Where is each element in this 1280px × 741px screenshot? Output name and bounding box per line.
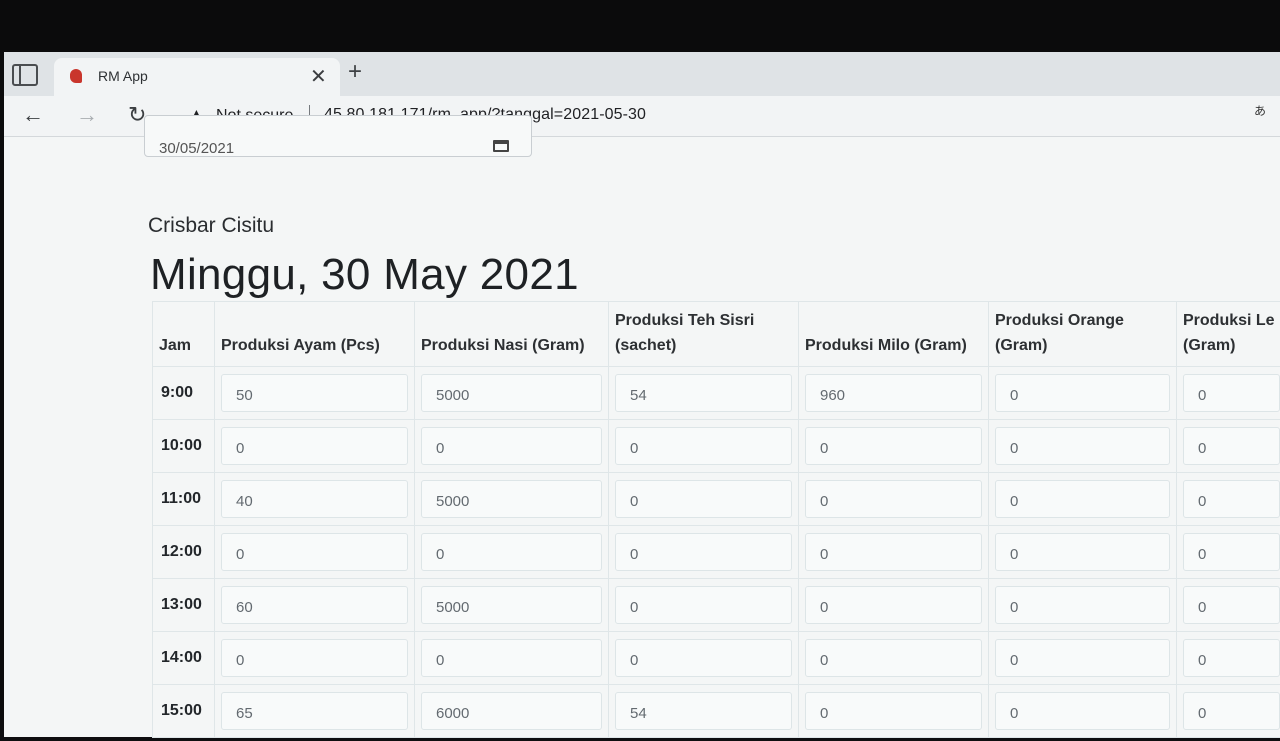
forward-arrow-icon[interactable]: → (76, 102, 98, 128)
orange-input[interactable]: 0 (995, 374, 1170, 412)
column-header-teh: Produksi Teh Sisri (sachet) (609, 302, 799, 367)
tab-strip: RM App ✕ + (4, 52, 1280, 96)
production-table-wrapper: Jam Produksi Ayam (Pcs) Produksi Nasi (G… (152, 301, 1280, 741)
lemon-input[interactable]: 0 (1183, 586, 1280, 624)
column-header-lemon: Produksi Le (Gram) (1177, 302, 1280, 367)
ayam-input[interactable]: 65 (221, 692, 408, 730)
hour-cell: 13:00 (153, 579, 215, 632)
orange-input[interactable]: 0 (995, 639, 1170, 677)
column-header-nasi: Produksi Nasi (Gram) (415, 302, 609, 367)
table-header-row: Jam Produksi Ayam (Pcs) Produksi Nasi (G… (153, 302, 1280, 367)
store-name: Crisbar Cisitu (148, 214, 274, 238)
close-tab-icon[interactable]: ✕ (310, 64, 327, 89)
milo-input[interactable]: 0 (805, 692, 982, 730)
date-value: 30/05/2021 (159, 140, 234, 157)
orange-input[interactable]: 0 (995, 533, 1170, 571)
hour-cell: 14:00 (153, 632, 215, 685)
column-header-milo: Produksi Milo (Gram) (799, 302, 989, 367)
milo-input[interactable]: 0 (805, 586, 982, 624)
teh-input[interactable]: 0 (615, 480, 792, 518)
table-row: 15:00 65 6000 54 0 0 0 (153, 685, 1280, 738)
ayam-input[interactable]: 0 (221, 639, 408, 677)
date-picker-input[interactable]: 30/05/2021 (144, 115, 532, 157)
teh-input[interactable]: 54 (615, 692, 792, 730)
lemon-input[interactable]: 0 (1183, 533, 1280, 571)
milo-input[interactable]: 960 (805, 374, 982, 412)
hour-cell: 11:00 (153, 473, 215, 526)
production-table: Jam Produksi Ayam (Pcs) Produksi Nasi (G… (152, 301, 1280, 738)
milo-input[interactable]: 0 (805, 427, 982, 465)
milo-input[interactable]: 0 (805, 480, 982, 518)
column-header-jam: Jam (153, 302, 215, 367)
tab-title: RM App (98, 68, 148, 84)
ayam-input[interactable]: 50 (221, 374, 408, 412)
ayam-input[interactable]: 0 (221, 427, 408, 465)
lemon-input[interactable]: 0 (1183, 480, 1280, 518)
tab-rm-app[interactable]: RM App ✕ (54, 58, 340, 96)
orange-input[interactable]: 0 (995, 427, 1170, 465)
favicon-icon (70, 69, 82, 83)
column-header-orange: Produksi Orange (Gram) (989, 302, 1177, 367)
nasi-input[interactable]: 0 (421, 427, 602, 465)
column-header-ayam: Produksi Ayam (Pcs) (215, 302, 415, 367)
new-tab-button[interactable]: + (348, 58, 362, 86)
milo-input[interactable]: 0 (805, 639, 982, 677)
table-row: 9:00 50 5000 54 960 0 0 (153, 367, 1280, 420)
milo-input[interactable]: 0 (805, 533, 982, 571)
screen-bezel (0, 0, 1280, 52)
orange-input[interactable]: 0 (995, 586, 1170, 624)
hour-cell: 9:00 (153, 367, 215, 420)
nasi-input[interactable]: 5000 (421, 374, 602, 412)
orange-input[interactable]: 0 (995, 480, 1170, 518)
ayam-input[interactable]: 60 (221, 586, 408, 624)
calendar-icon[interactable] (493, 140, 509, 152)
nasi-input[interactable]: 5000 (421, 586, 602, 624)
nasi-input[interactable]: 0 (421, 533, 602, 571)
back-arrow-icon[interactable]: ← (22, 102, 44, 128)
hour-cell: 10:00 (153, 420, 215, 473)
nasi-input[interactable]: 5000 (421, 480, 602, 518)
tab-actions-icon[interactable] (12, 64, 38, 86)
hour-cell: 12:00 (153, 526, 215, 579)
teh-input[interactable]: 54 (615, 374, 792, 412)
lemon-input[interactable]: 0 (1183, 639, 1280, 677)
table-row: 10:00 0 0 0 0 0 0 (153, 420, 1280, 473)
ayam-input[interactable]: 40 (221, 480, 408, 518)
teh-input[interactable]: 0 (615, 639, 792, 677)
lemon-input[interactable]: 0 (1183, 692, 1280, 730)
translate-icon[interactable]: あ (1254, 102, 1266, 119)
page-title: Minggu, 30 May 2021 (150, 250, 579, 300)
nasi-input[interactable]: 0 (421, 639, 602, 677)
lemon-input[interactable]: 0 (1183, 374, 1280, 412)
nasi-input[interactable]: 6000 (421, 692, 602, 730)
browser-window: RM App ✕ + ← → ↻ ▲ Not secure 45.80.181.… (4, 52, 1280, 732)
lemon-input[interactable]: 0 (1183, 427, 1280, 465)
table-row: 11:00 40 5000 0 0 0 0 (153, 473, 1280, 526)
hour-cell: 15:00 (153, 685, 215, 738)
table-row: 12:00 0 0 0 0 0 0 (153, 526, 1280, 579)
table-row: 13:00 60 5000 0 0 0 0 (153, 579, 1280, 632)
teh-input[interactable]: 0 (615, 533, 792, 571)
ayam-input[interactable]: 0 (221, 533, 408, 571)
teh-input[interactable]: 0 (615, 427, 792, 465)
orange-input[interactable]: 0 (995, 692, 1170, 730)
table-row: 14:00 0 0 0 0 0 0 (153, 632, 1280, 685)
teh-input[interactable]: 0 (615, 586, 792, 624)
page-content: 30/05/2021 Crisbar Cisitu Minggu, 30 May… (4, 137, 1280, 737)
